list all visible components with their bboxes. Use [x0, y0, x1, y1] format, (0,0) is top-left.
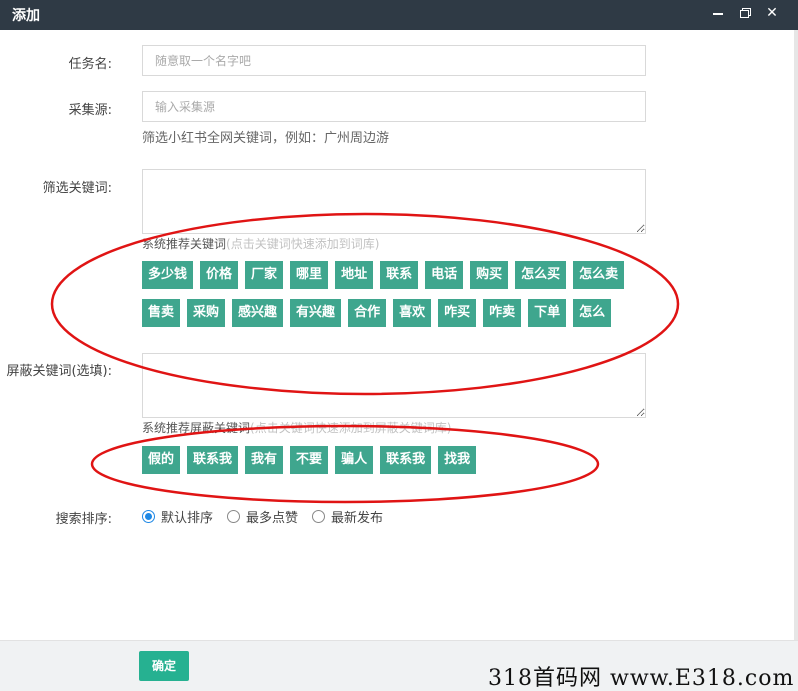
- filter-keyword-tag[interactable]: 下单: [528, 299, 567, 327]
- radio-circle-icon[interactable]: [312, 510, 326, 523]
- block-recommend-note: (点击关键词快速添加到屏蔽关键词库): [250, 421, 452, 435]
- filter-keyword-tag[interactable]: 多少钱: [142, 261, 194, 289]
- block-keyword-tag[interactable]: 假的: [142, 446, 181, 474]
- filter-keyword-tag[interactable]: 咋卖: [483, 299, 522, 327]
- block-recommend-title-text: 系统推荐屏蔽关键词: [142, 421, 251, 435]
- filter-keyword-tag[interactable]: 怎么卖: [573, 261, 625, 289]
- dialog-footer: 确定 318首码网 www.E318.com: [0, 640, 798, 691]
- filter-keyword-tag[interactable]: 联系: [380, 261, 419, 289]
- source-input[interactable]: [142, 91, 646, 122]
- filter-keyword-tag[interactable]: 电话: [425, 261, 464, 289]
- filter-recommend-note: (点击关键词快速添加到词库): [226, 237, 380, 251]
- filter-keyword-tag[interactable]: 怎么: [573, 299, 612, 327]
- window-title: 添加: [12, 8, 40, 24]
- filter-keyword-tag[interactable]: 厂家: [245, 261, 284, 289]
- window-titlebar: 添加 ✕: [0, 0, 798, 30]
- sort-option-label: 最新发布: [331, 511, 384, 526]
- block-keyword-tag[interactable]: 不要: [290, 446, 329, 474]
- sort-label: 搜索排序:: [55, 512, 112, 527]
- filter-keyword-tag[interactable]: 购买: [470, 261, 509, 289]
- task-name-input[interactable]: [142, 45, 646, 76]
- filter-keyword-tag[interactable]: 哪里: [290, 261, 329, 289]
- filter-keyword-tags: 多少钱 价格 厂家 哪里 地址 联系 电话 购买 怎么买 怎么卖售卖 采购 感兴趣 有兴趣 合作 喜欢 咋买咋…: [142, 261, 642, 337]
- filter-keyword-tag[interactable]: 喜欢: [393, 299, 432, 327]
- radio-circle-icon[interactable]: [227, 510, 241, 523]
- sort-option-radio[interactable]: 最新发布: [312, 507, 383, 526]
- filter-keyword-tag[interactable]: 感兴趣: [232, 299, 284, 327]
- block-keyword-tag[interactable]: 我有: [245, 446, 284, 474]
- filter-recommend-title-text: 系统推荐关键词: [142, 237, 227, 251]
- filter-keyword-tag[interactable]: 有兴趣: [290, 299, 342, 327]
- sort-option-label: 最多点赞: [246, 511, 299, 526]
- filter-keyword-tag[interactable]: 咋买: [438, 299, 477, 327]
- filter-keyword-tag[interactable]: 地址: [335, 261, 374, 289]
- watermark: 318首码网 www.E318.com: [488, 666, 795, 691]
- sort-option-radio[interactable]: 最多点赞: [227, 507, 298, 526]
- minimize-icon[interactable]: [708, 3, 728, 23]
- block-keyword-tag[interactable]: 联系我: [380, 446, 432, 474]
- restore-icon[interactable]: [736, 3, 756, 23]
- close-icon[interactable]: ✕: [762, 3, 782, 23]
- sort-option-radio[interactable]: 默认排序: [142, 507, 213, 526]
- confirm-button[interactable]: 确定: [139, 651, 189, 681]
- source-hint: 筛选小红书全网关键词，例如：广州周边游: [142, 131, 390, 146]
- block-keyword-tag[interactable]: 找我: [438, 446, 477, 474]
- block-keyword-tags: 假的 联系我 我有 不要 骗人 联系我 找我: [142, 446, 642, 484]
- filter-keyword-tag[interactable]: 合作: [348, 299, 387, 327]
- filter-keyword-tag[interactable]: 价格: [200, 261, 239, 289]
- filter-keywords-label: 筛选关键词:: [42, 181, 112, 196]
- block-keywords-label: 屏蔽关键词(选填):: [6, 364, 112, 379]
- scrollbar[interactable]: [794, 30, 798, 640]
- block-keyword-tag[interactable]: 联系我: [187, 446, 239, 474]
- source-label: 采集源:: [68, 103, 112, 118]
- block-keywords-textarea[interactable]: [142, 353, 646, 418]
- block-keyword-tag[interactable]: 骗人: [335, 446, 374, 474]
- filter-keywords-textarea[interactable]: [142, 169, 646, 234]
- task-name-label: 任务名:: [68, 57, 112, 72]
- filter-keyword-tag[interactable]: 售卖: [142, 299, 181, 327]
- block-recommend-title: 系统推荐屏蔽关键词(点击关键词快速添加到屏蔽关键词库): [142, 419, 451, 436]
- sort-option-label: 默认排序: [161, 511, 214, 526]
- filter-recommend-title: 系统推荐关键词(点击关键词快速添加到词库): [142, 235, 379, 252]
- radio-circle-icon[interactable]: [142, 510, 155, 523]
- filter-keyword-tag[interactable]: 采购: [187, 299, 226, 327]
- sort-radio-group: 默认排序 最多点赞 最新发布: [142, 507, 397, 526]
- filter-keyword-tag[interactable]: 怎么买: [515, 261, 567, 289]
